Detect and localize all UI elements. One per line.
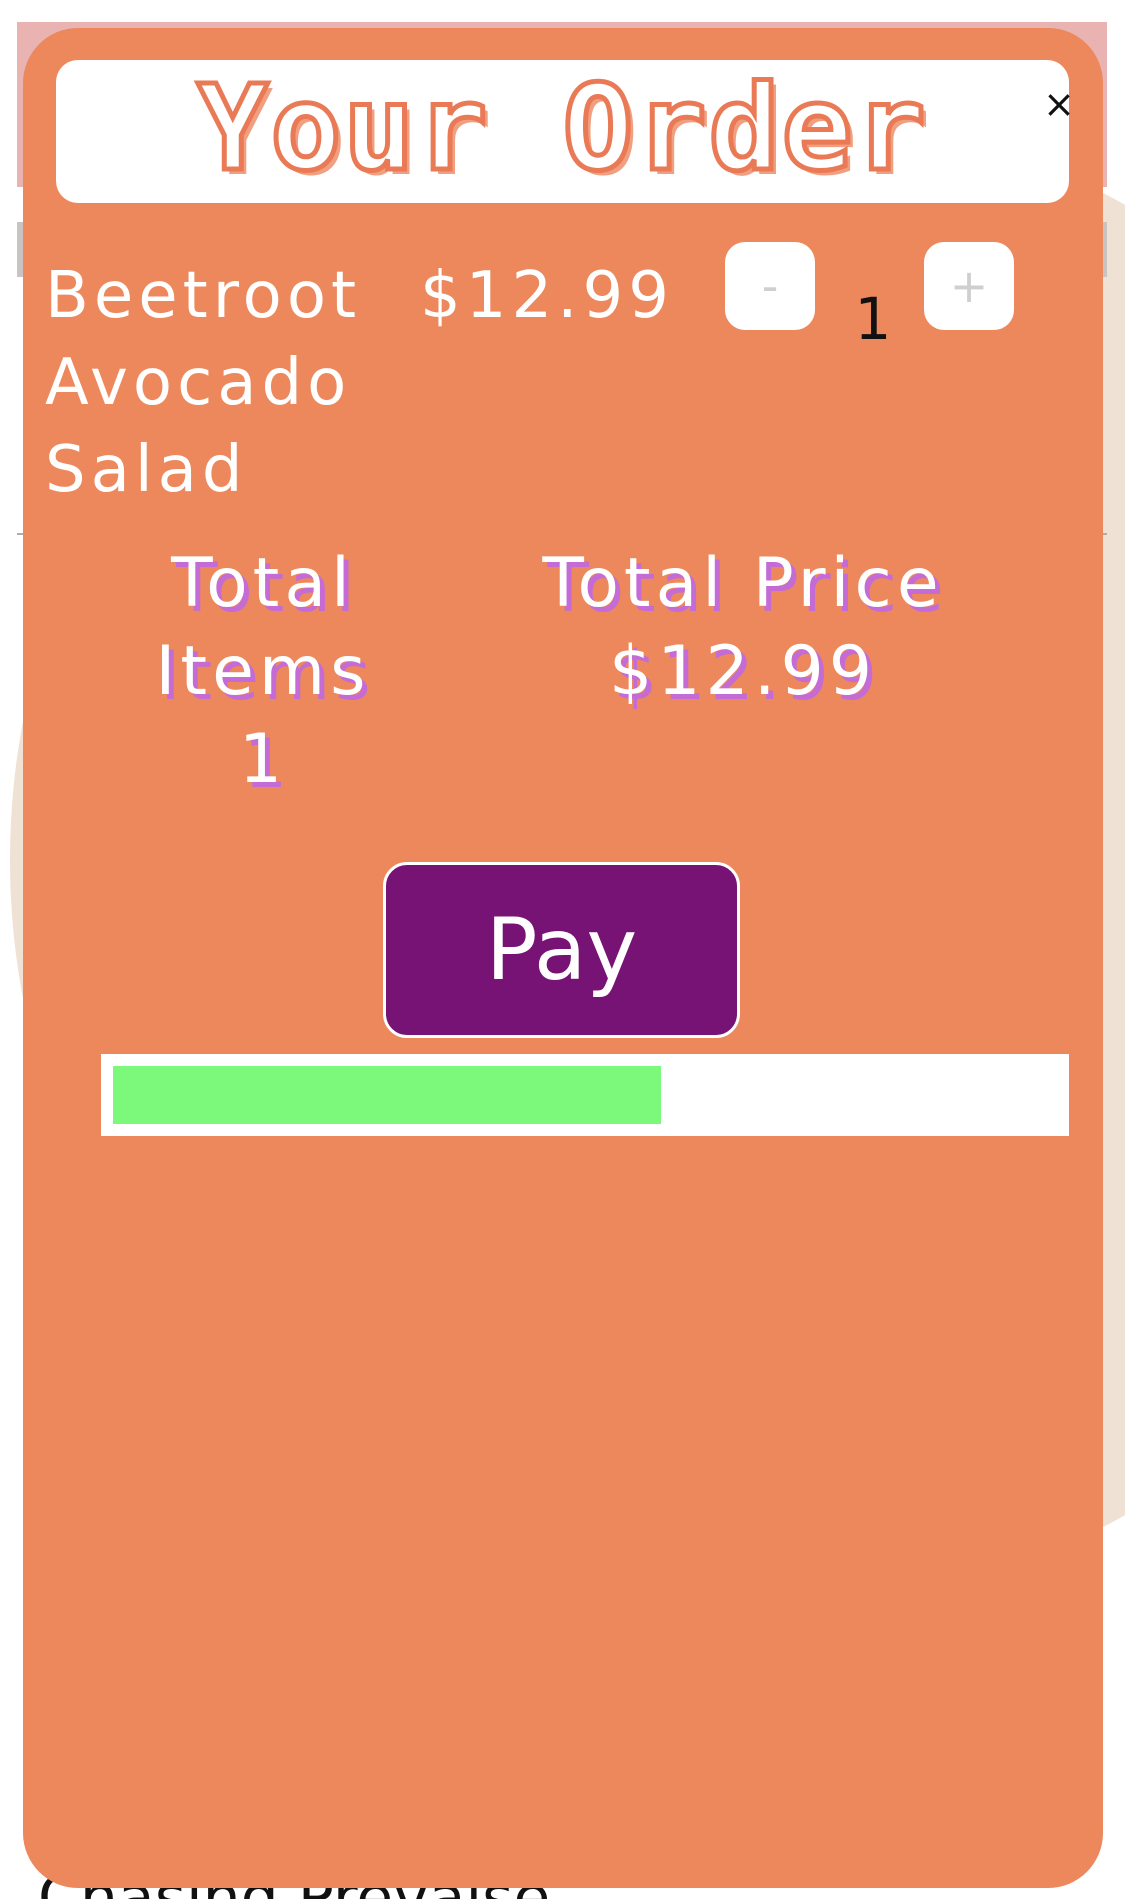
increment-quantity-button[interactable]: + — [924, 242, 1014, 330]
progress-bar-fill — [113, 1066, 661, 1124]
order-modal: Your Order × Beetroot Avocado Salad $12.… — [23, 28, 1103, 1888]
pay-button[interactable]: Pay — [383, 862, 740, 1038]
total-items-value: 1 — [238, 720, 288, 799]
total-price-summary: Total Price $12.99 — [493, 540, 993, 716]
total-items-label: Total Items — [155, 544, 371, 711]
modal-title: Your Order — [195, 60, 928, 197]
decrement-quantity-button[interactable]: - — [725, 242, 815, 330]
modal-title-box: Your Order — [56, 60, 1069, 203]
total-items-summary: Total Items 1 — [123, 540, 403, 804]
total-price-label: Total Price — [542, 544, 944, 623]
order-item-price: $12.99 — [420, 259, 674, 333]
order-item-name: Beetroot Avocado Salad — [45, 259, 362, 507]
close-button[interactable]: × — [1039, 84, 1079, 124]
progress-bar — [101, 1054, 1069, 1136]
quantity-value: 1 — [854, 285, 892, 353]
total-price-value: $12.99 — [609, 632, 877, 711]
